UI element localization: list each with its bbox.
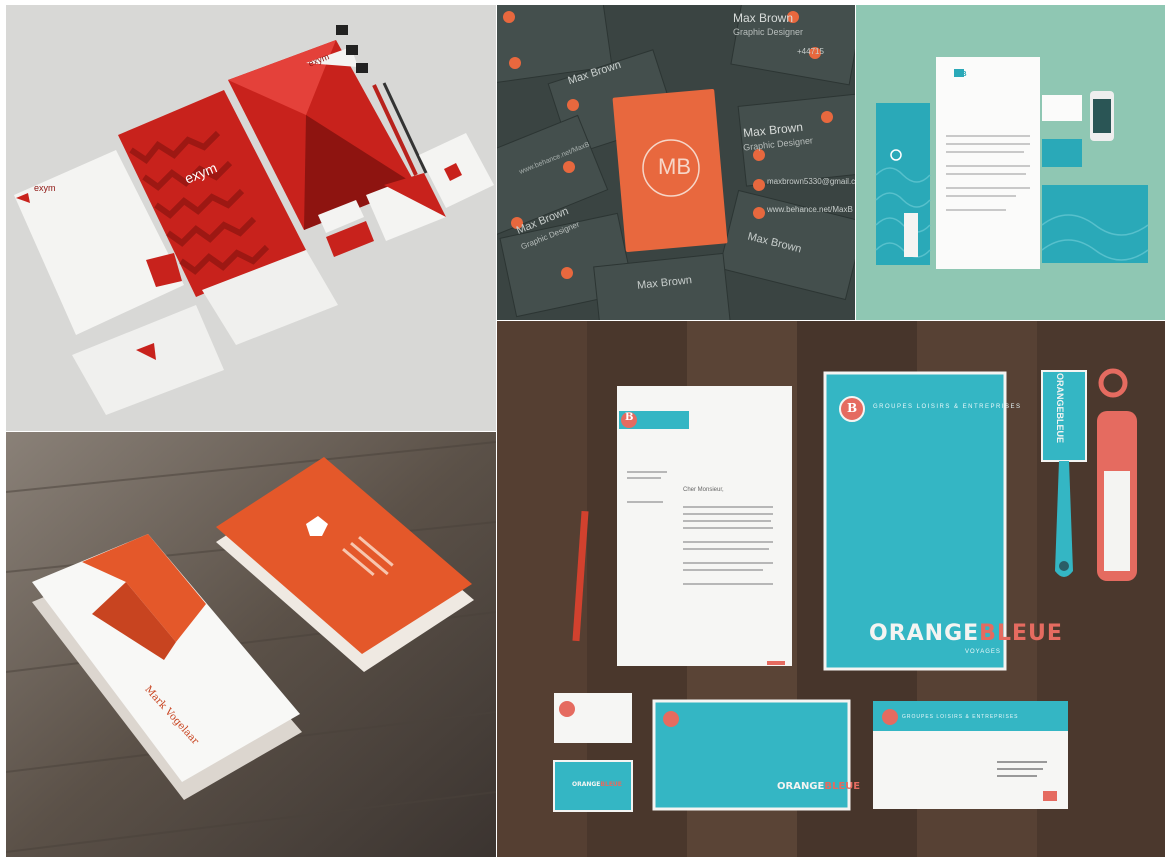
- card-role-1: Graphic Designer: [733, 27, 804, 37]
- teal-business-card: [1042, 95, 1082, 121]
- teal-envelope: [1042, 185, 1148, 263]
- ob-card-brand-orange: ORANGE: [572, 781, 601, 788]
- ob-letter-footer: [767, 661, 785, 665]
- ob-brand-orange: ORANGE: [869, 621, 980, 646]
- card-phone: +44715: [797, 47, 824, 56]
- ob-brand-bleue: BLEUE: [979, 621, 1063, 646]
- card-name-1: Max Brown: [733, 11, 794, 25]
- ob-card-brand-bleue: BLEUE: [600, 781, 622, 788]
- ob-folder-brand: ORANGEBLEUE: [869, 621, 1063, 646]
- card-email: maxbrown5330@gmail.com: [767, 177, 855, 186]
- ob-business-card: [554, 693, 632, 743]
- ob-env-brand-orange: ORANGE: [777, 781, 825, 792]
- ob-envelope-white-logo: [882, 709, 898, 725]
- ob-folder-header: GROUPES LOISIRS & ENTREPRISES: [873, 404, 1022, 410]
- ob-card-logo: [559, 701, 575, 717]
- teal-business-card-back: [1042, 139, 1082, 167]
- usb-stick: [904, 213, 918, 257]
- max-brown-cards-photo: MB Max Brown Graphic Designer Max Brown …: [497, 5, 855, 320]
- ob-envelope-cyan: [652, 699, 851, 811]
- monogram-text: MB: [658, 154, 691, 179]
- ob-tag-brand-vertical: ORANGEBLEUE: [1055, 372, 1066, 444]
- teal-stationery-photo: GB: [856, 5, 1165, 320]
- teal-letterhead: [936, 57, 1040, 269]
- ob-env-brand-bleue: BLEUE: [824, 781, 861, 792]
- envelope-stamp: [1043, 791, 1057, 801]
- teal-scene: [875, 57, 1149, 269]
- teal-notebook: [876, 103, 930, 265]
- exym-stationery-scene: [14, 25, 494, 415]
- ob-folder-tagline: VOYAGES: [965, 649, 1001, 655]
- ob-letterhead-monogram: B: [625, 412, 634, 423]
- orange-cards-scene: [6, 432, 496, 857]
- orangebleue-stationery-photo: B Cher Monsieur, B GROUPES LOISIRS & ENT…: [497, 321, 1165, 857]
- phone-screen: [1093, 99, 1111, 133]
- tag-hole: [1059, 561, 1069, 571]
- ob-envelope-header: GROUPES LOISIRS & ENTREPRISES: [902, 714, 1019, 720]
- ob-envelope-logo: [663, 711, 679, 727]
- ob-letter-greeting: Cher Monsieur,: [683, 487, 724, 493]
- exym-stationery-photo: exym exym exym: [6, 5, 496, 431]
- ob-card-brand: ORANGEBLEUE: [572, 781, 622, 788]
- card-web: www.behance.net/MaxB: [767, 205, 853, 214]
- exym-brand-text: exym: [34, 183, 56, 193]
- tag-window: [1104, 471, 1130, 571]
- teal-brand-mark: GB: [956, 71, 967, 78]
- ob-folder-monogram: B: [847, 401, 858, 415]
- orange-cards-photo: Mark Vogelaar: [6, 432, 496, 857]
- ob-envelope-brand: ORANGEBLEUE: [777, 781, 860, 792]
